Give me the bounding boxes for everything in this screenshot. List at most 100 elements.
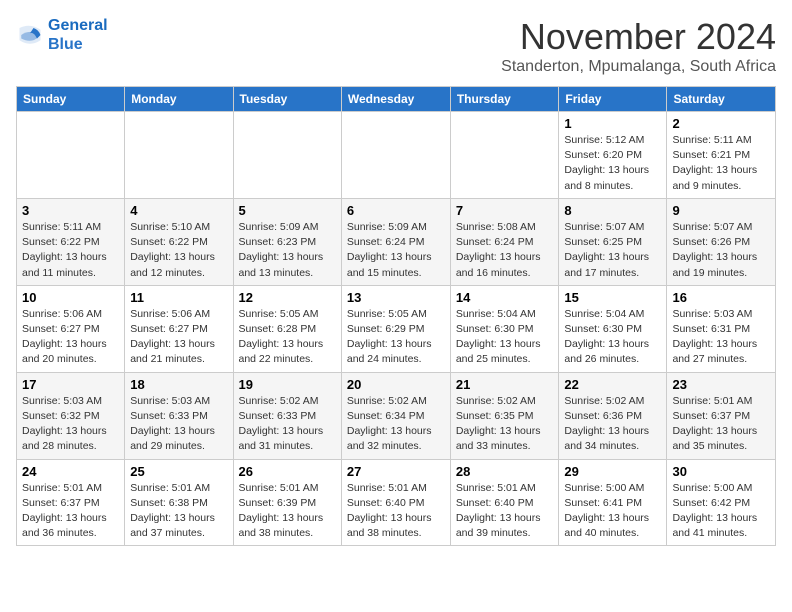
- logo-text: General Blue: [48, 16, 108, 54]
- day-info: Sunrise: 5:03 AM Sunset: 6:31 PM Dayligh…: [672, 307, 770, 368]
- calendar-cell: 7Sunrise: 5:08 AM Sunset: 6:24 PM Daylig…: [450, 198, 559, 285]
- day-number: 8: [564, 203, 661, 218]
- weekday-header: Tuesday: [233, 87, 341, 112]
- calendar-table: SundayMondayTuesdayWednesdayThursdayFrid…: [16, 86, 776, 546]
- day-number: 19: [239, 377, 336, 392]
- day-number: 25: [130, 464, 227, 479]
- calendar-cell: [17, 112, 125, 199]
- day-number: 18: [130, 377, 227, 392]
- day-info: Sunrise: 5:07 AM Sunset: 6:26 PM Dayligh…: [672, 220, 770, 281]
- calendar-cell: 2 Sunrise: 5:11 AM Sunset: 6:21 PM Daylig…: [667, 112, 776, 199]
- calendar-cell: 24 Sunrise: 5:01 AM Sunset: 6:37 PM Dayli…: [17, 459, 125, 546]
- day-info: Sunrise: 5:10 AM Sunset: 6:22 PM Dayligh…: [130, 220, 227, 281]
- calendar-cell: 14 Sunrise: 5:04 AM Sunset: 6:30 PM Dayli…: [450, 285, 559, 372]
- calendar-cell: [341, 112, 450, 199]
- day-info: Sunrise: 5:01 AM Sunset: 6:37 PM Dayligh…: [672, 394, 770, 455]
- day-info: Sunrise: 5:11 AM Sunset: 6:22 PM Dayligh…: [22, 220, 119, 281]
- calendar-cell: 8Sunrise: 5:07 AM Sunset: 6:25 PM Daylig…: [559, 198, 667, 285]
- day-info: Sunrise: 5:06 AM Sunset: 6:27 PM Dayligh…: [130, 307, 227, 368]
- day-number: 11: [130, 290, 227, 305]
- day-info: Sunrise: 5:06 AM Sunset: 6:27 PM Dayligh…: [22, 307, 119, 368]
- calendar-cell: 5 Sunrise: 5:09 AM Sunset: 6:23 PM Daylig…: [233, 198, 341, 285]
- calendar-week-row: 1Sunrise: 5:12 AM Sunset: 6:20 PM Daylig…: [17, 112, 776, 199]
- logo: General Blue: [16, 16, 108, 54]
- day-number: 15: [564, 290, 661, 305]
- day-number: 30: [672, 464, 770, 479]
- weekday-header: Thursday: [450, 87, 559, 112]
- weekday-header: Saturday: [667, 87, 776, 112]
- calendar-header-row: SundayMondayTuesdayWednesdayThursdayFrid…: [17, 87, 776, 112]
- day-info: Sunrise: 5:11 AM Sunset: 6:21 PM Dayligh…: [672, 133, 770, 194]
- day-number: 27: [347, 464, 445, 479]
- day-number: 17: [22, 377, 119, 392]
- day-info: Sunrise: 5:09 AM Sunset: 6:24 PM Dayligh…: [347, 220, 445, 281]
- day-number: 10: [22, 290, 119, 305]
- calendar-cell: 15 Sunrise: 5:04 AM Sunset: 6:30 PM Dayli…: [559, 285, 667, 372]
- calendar-cell: 28 Sunrise: 5:01 AM Sunset: 6:40 PM Dayli…: [450, 459, 559, 546]
- day-info: Sunrise: 5:02 AM Sunset: 6:35 PM Dayligh…: [456, 394, 554, 455]
- location-subtitle: Standerton, Mpumalanga, South Africa: [501, 58, 776, 76]
- day-number: 14: [456, 290, 554, 305]
- day-info: Sunrise: 5:01 AM Sunset: 6:40 PM Dayligh…: [347, 481, 445, 542]
- calendar-cell: 3 Sunrise: 5:11 AM Sunset: 6:22 PM Daylig…: [17, 198, 125, 285]
- logo-line1: General: [48, 17, 108, 34]
- calendar-cell: 1Sunrise: 5:12 AM Sunset: 6:20 PM Daylig…: [559, 112, 667, 199]
- day-info: Sunrise: 5:01 AM Sunset: 6:38 PM Dayligh…: [130, 481, 227, 542]
- calendar-cell: [233, 112, 341, 199]
- calendar-cell: [125, 112, 233, 199]
- calendar-cell: 10 Sunrise: 5:06 AM Sunset: 6:27 PM Dayli…: [17, 285, 125, 372]
- day-number: 22: [564, 377, 661, 392]
- calendar-cell: 6 Sunrise: 5:09 AM Sunset: 6:24 PM Daylig…: [341, 198, 450, 285]
- day-info: Sunrise: 5:02 AM Sunset: 6:33 PM Dayligh…: [239, 394, 336, 455]
- day-number: 28: [456, 464, 554, 479]
- day-info: Sunrise: 5:05 AM Sunset: 6:28 PM Dayligh…: [239, 307, 336, 368]
- calendar-cell: 4 Sunrise: 5:10 AM Sunset: 6:22 PM Daylig…: [125, 198, 233, 285]
- calendar-cell: 25 Sunrise: 5:01 AM Sunset: 6:38 PM Dayli…: [125, 459, 233, 546]
- calendar-cell: [450, 112, 559, 199]
- day-info: Sunrise: 5:08 AM Sunset: 6:24 PM Dayligh…: [456, 220, 554, 281]
- day-number: 23: [672, 377, 770, 392]
- day-info: Sunrise: 5:05 AM Sunset: 6:29 PM Dayligh…: [347, 307, 445, 368]
- day-info: Sunrise: 5:09 AM Sunset: 6:23 PM Dayligh…: [239, 220, 336, 281]
- day-number: 21: [456, 377, 554, 392]
- calendar-week-row: 3 Sunrise: 5:11 AM Sunset: 6:22 PM Daylig…: [17, 198, 776, 285]
- day-number: 6: [347, 203, 445, 218]
- day-number: 20: [347, 377, 445, 392]
- day-number: 2: [672, 116, 770, 131]
- day-number: 16: [672, 290, 770, 305]
- calendar-cell: 29Sunrise: 5:00 AM Sunset: 6:41 PM Dayli…: [559, 459, 667, 546]
- day-info: Sunrise: 5:00 AM Sunset: 6:42 PM Dayligh…: [672, 481, 770, 542]
- calendar-cell: 22 Sunrise: 5:02 AM Sunset: 6:36 PM Dayli…: [559, 372, 667, 459]
- calendar-cell: 30 Sunrise: 5:00 AM Sunset: 6:42 PM Dayli…: [667, 459, 776, 546]
- calendar-week-row: 10 Sunrise: 5:06 AM Sunset: 6:27 PM Dayli…: [17, 285, 776, 372]
- day-number: 26: [239, 464, 336, 479]
- calendar-cell: 13Sunrise: 5:05 AM Sunset: 6:29 PM Dayli…: [341, 285, 450, 372]
- calendar-week-row: 17 Sunrise: 5:03 AM Sunset: 6:32 PM Dayli…: [17, 372, 776, 459]
- day-info: Sunrise: 5:00 AM Sunset: 6:41 PM Dayligh…: [564, 481, 661, 542]
- page-header: General Blue November 2024 Standerton, M…: [16, 16, 776, 76]
- calendar-week-row: 24 Sunrise: 5:01 AM Sunset: 6:37 PM Dayli…: [17, 459, 776, 546]
- day-info: Sunrise: 5:02 AM Sunset: 6:36 PM Dayligh…: [564, 394, 661, 455]
- weekday-header: Friday: [559, 87, 667, 112]
- day-info: Sunrise: 5:04 AM Sunset: 6:30 PM Dayligh…: [456, 307, 554, 368]
- weekday-header: Monday: [125, 87, 233, 112]
- day-number: 5: [239, 203, 336, 218]
- day-info: Sunrise: 5:01 AM Sunset: 6:37 PM Dayligh…: [22, 481, 119, 542]
- calendar-cell: 20Sunrise: 5:02 AM Sunset: 6:34 PM Dayli…: [341, 372, 450, 459]
- logo-icon: [16, 21, 44, 49]
- calendar-cell: 11 Sunrise: 5:06 AM Sunset: 6:27 PM Dayli…: [125, 285, 233, 372]
- calendar-cell: 16 Sunrise: 5:03 AM Sunset: 6:31 PM Dayli…: [667, 285, 776, 372]
- day-info: Sunrise: 5:01 AM Sunset: 6:40 PM Dayligh…: [456, 481, 554, 542]
- day-number: 4: [130, 203, 227, 218]
- day-number: 24: [22, 464, 119, 479]
- calendar-cell: 18Sunrise: 5:03 AM Sunset: 6:33 PM Dayli…: [125, 372, 233, 459]
- calendar-cell: 12Sunrise: 5:05 AM Sunset: 6:28 PM Dayli…: [233, 285, 341, 372]
- day-info: Sunrise: 5:12 AM Sunset: 6:20 PM Dayligh…: [564, 133, 661, 194]
- day-info: Sunrise: 5:04 AM Sunset: 6:30 PM Dayligh…: [564, 307, 661, 368]
- calendar-cell: 27 Sunrise: 5:01 AM Sunset: 6:40 PM Dayli…: [341, 459, 450, 546]
- day-number: 3: [22, 203, 119, 218]
- weekday-header: Sunday: [17, 87, 125, 112]
- day-info: Sunrise: 5:03 AM Sunset: 6:32 PM Dayligh…: [22, 394, 119, 455]
- calendar-cell: 21 Sunrise: 5:02 AM Sunset: 6:35 PM Dayli…: [450, 372, 559, 459]
- calendar-cell: 19 Sunrise: 5:02 AM Sunset: 6:33 PM Dayli…: [233, 372, 341, 459]
